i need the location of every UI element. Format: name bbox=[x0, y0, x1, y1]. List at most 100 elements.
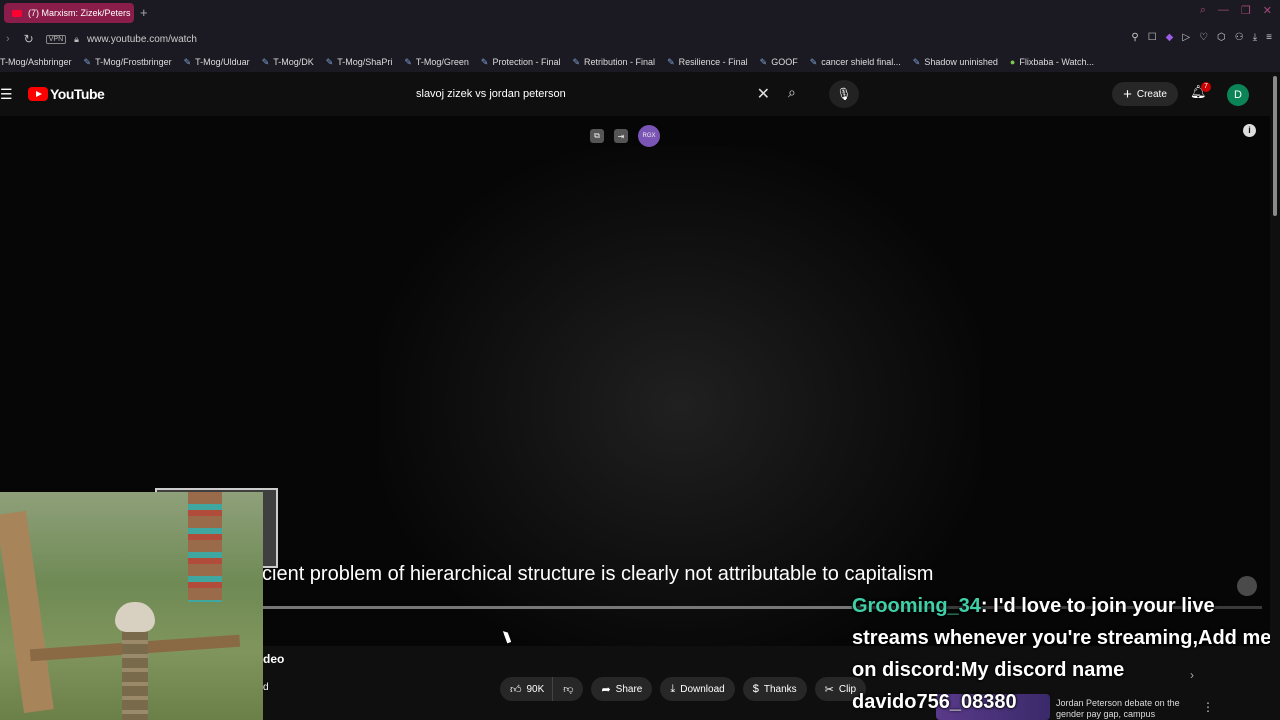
heart-icon[interactable]: ♡ bbox=[1199, 32, 1208, 43]
download-icon[interactable]: ⤓ bbox=[1253, 32, 1257, 43]
wooden-post bbox=[0, 510, 54, 714]
extensions-icon[interactable]: ⬡ bbox=[1217, 32, 1226, 43]
new-tab-button[interactable]: + bbox=[140, 5, 148, 20]
bookmark-item[interactable]: ✎ Resilience - Final bbox=[667, 57, 748, 68]
chat-message: Grooming_34: I'd love to join your live … bbox=[852, 590, 1280, 718]
webcam-overlay bbox=[0, 492, 263, 720]
search-icon[interactable]: ⌕ bbox=[788, 84, 796, 101]
download-button[interactable]: ⤓ Download bbox=[660, 677, 735, 701]
clear-search-icon[interactable]: ✕ bbox=[757, 84, 770, 104]
share-label: Share bbox=[615, 683, 643, 695]
bookmark-item[interactable]: ✎ T-Mog/Ulduar bbox=[184, 57, 250, 68]
feather-icon: ✎ bbox=[759, 56, 768, 67]
forward-icon[interactable]: › bbox=[6, 33, 10, 45]
share-button[interactable]: ➦ Share bbox=[591, 677, 653, 701]
bookmark-item[interactable]: ✎ Protection - Final bbox=[481, 57, 561, 68]
rgx-extension-icon[interactable]: RGX bbox=[638, 125, 660, 147]
chat-username: Grooming_34 bbox=[852, 595, 981, 617]
address-bar-icons: ⚲ ☐ ◆ ▷ ♡ ⬡ ⚇ ⤓ ≡ bbox=[1131, 32, 1272, 43]
thanks-icon: $ bbox=[752, 683, 759, 695]
feather-icon: ✎ bbox=[325, 56, 334, 67]
browser-tab[interactable]: (7) Marxism: Zizek/Peters bbox=[4, 3, 134, 23]
window-controls: ⌕ — ❐ ✕ bbox=[1200, 4, 1272, 17]
browser-menu-icon[interactable]: ≡ bbox=[1266, 32, 1272, 43]
popout-icon[interactable]: ⧉ bbox=[590, 129, 604, 143]
bookmark-label: Shadow uninished bbox=[924, 57, 998, 67]
dislike-button[interactable]: 👎︎ bbox=[552, 677, 584, 701]
progress-fill bbox=[262, 606, 852, 609]
profile-icon[interactable]: ⚇ bbox=[1235, 32, 1244, 43]
plus-icon: + bbox=[1123, 85, 1132, 103]
scrollbar-thumb[interactable] bbox=[1273, 76, 1277, 216]
hamburger-menu-icon[interactable]: ☰ bbox=[0, 86, 13, 103]
search-input[interactable]: slavoj zizek vs jordan peterson bbox=[416, 88, 757, 100]
youtube-favicon-icon bbox=[12, 9, 22, 17]
scissors-icon: ✂ bbox=[824, 683, 834, 696]
page-scrollbar[interactable] bbox=[1270, 72, 1280, 720]
bookmark-item[interactable]: ✎ T-Mog/ShaPri bbox=[326, 57, 393, 68]
thumbs-up-icon: 👍︎ bbox=[510, 683, 522, 696]
feather-icon: ✎ bbox=[667, 56, 675, 67]
bookmark-label: Protection - Final bbox=[492, 57, 561, 67]
bookmark-item[interactable]: ✎ Shadow uninished bbox=[913, 57, 998, 68]
thumbs-down-icon: 👎︎ bbox=[563, 684, 574, 695]
bookmark-label: T-Mog/Green bbox=[415, 57, 469, 67]
bookmarks-bar: T-Mog/Ashbringer ✎ T-Mog/Frostbringer ✎ T-… bbox=[0, 52, 1280, 72]
avatar[interactable]: D bbox=[1227, 84, 1249, 106]
tab-title: (7) Marxism: Zizek/Peters bbox=[28, 8, 131, 18]
video-caption: cient problem of hierarchical structure … bbox=[262, 563, 934, 585]
bookmark-item[interactable]: ● Flixbaba - Watch... bbox=[1010, 57, 1094, 67]
bookmark-label: T-Mog/Frostbringer bbox=[95, 57, 172, 67]
bookmark-item[interactable]: ✎ cancer shield final... bbox=[810, 57, 901, 68]
feather-icon: ✎ bbox=[83, 56, 92, 67]
url-field[interactable]: www.youtube.com/watch bbox=[87, 34, 197, 45]
feather-icon: ✎ bbox=[809, 56, 818, 67]
notification-badge: 7 bbox=[1201, 82, 1211, 92]
bookmark-item[interactable]: ✎ GOOF bbox=[760, 57, 798, 68]
feather-icon: ✎ bbox=[912, 56, 921, 67]
thanks-button[interactable]: $ Thanks bbox=[742, 677, 807, 701]
microphone-icon[interactable]: 🎙︎ bbox=[829, 80, 859, 108]
bookmark-label: T-Mog/DK bbox=[273, 57, 314, 67]
create-label: Create bbox=[1136, 88, 1167, 100]
extension-icons: ⧉ ⇥ RGX bbox=[590, 125, 660, 147]
dummy-head bbox=[115, 602, 155, 632]
feather-icon: ✎ bbox=[404, 56, 412, 67]
info-icon[interactable]: i bbox=[1243, 124, 1256, 137]
like-button[interactable]: 👍︎ 90K bbox=[500, 677, 553, 701]
bookmark-label: T-Mog/ShaPri bbox=[337, 57, 393, 67]
dummy-body bbox=[122, 630, 148, 720]
reload-icon[interactable]: ↻ bbox=[24, 32, 34, 46]
bookmark-item[interactable]: T-Mog/Ashbringer bbox=[0, 57, 72, 67]
thanks-label: Thanks bbox=[763, 683, 797, 695]
bookmark-item[interactable]: ✎ T-Mog/Green bbox=[404, 57, 469, 68]
enter-icon[interactable]: ⇥ bbox=[614, 129, 628, 143]
video-title: deo bbox=[263, 652, 285, 666]
like-count: 90K bbox=[526, 683, 545, 695]
download-label: Download bbox=[680, 683, 725, 695]
close-window-icon[interactable]: ✕ bbox=[1263, 4, 1272, 17]
bookmark-item[interactable]: ✎ Retribution - Final bbox=[572, 57, 655, 68]
shield-extension-icon[interactable]: ◆ bbox=[1166, 32, 1174, 43]
bookmark-label: T-Mog/Ulduar bbox=[195, 57, 250, 67]
search-tabs-icon[interactable]: ⌕ bbox=[1200, 4, 1206, 17]
download-arrow-icon: ⤓ bbox=[670, 682, 676, 695]
bookmark-icon[interactable]: ☐ bbox=[1148, 32, 1157, 43]
vpn-badge[interactable]: VPN bbox=[45, 34, 67, 44]
android-icon: ● bbox=[1009, 57, 1016, 67]
subscribe-button[interactable]: d bbox=[263, 682, 269, 693]
play-icon[interactable]: ▷ bbox=[1182, 32, 1190, 43]
youtube-wordmark: YouTube bbox=[50, 86, 105, 102]
feather-icon: ✎ bbox=[572, 56, 581, 67]
youtube-logo[interactable]: YouTube bbox=[28, 86, 105, 102]
minimize-icon[interactable]: — bbox=[1218, 4, 1229, 17]
maximize-icon[interactable]: ❐ bbox=[1241, 4, 1251, 17]
bookmark-item[interactable]: ✎ T-Mog/Frostbringer bbox=[84, 57, 172, 68]
pin-icon[interactable]: ⚲ bbox=[1131, 32, 1138, 43]
feather-icon: ✎ bbox=[261, 56, 270, 67]
lock-icon[interactable]: 🔒︎ bbox=[74, 34, 79, 45]
create-button[interactable]: + Create bbox=[1112, 82, 1178, 106]
share-icon: ➦ bbox=[601, 683, 611, 696]
bookmark-item[interactable]: ✎ T-Mog/DK bbox=[262, 57, 314, 68]
browser-tab-strip: (7) Marxism: Zizek/Peters + ⌕ — ❐ ✕ bbox=[0, 0, 1280, 26]
